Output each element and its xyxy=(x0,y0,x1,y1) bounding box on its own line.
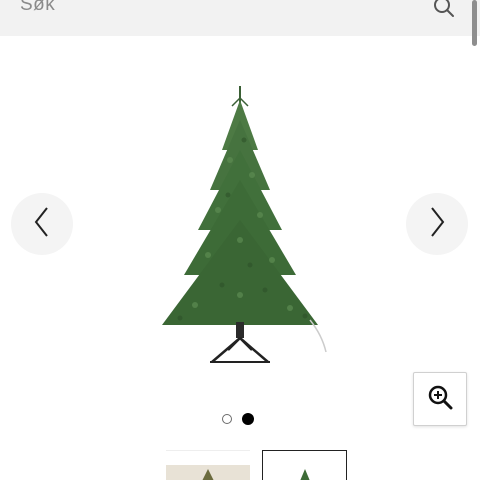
search-bar[interactable]: Søk xyxy=(0,0,480,36)
carousel-pagination xyxy=(222,413,254,425)
carousel-dot-1[interactable] xyxy=(222,414,232,424)
zoom-in-icon xyxy=(427,384,453,415)
chevron-right-icon xyxy=(427,206,447,243)
thumbnail-2[interactable] xyxy=(262,450,347,480)
zoom-button[interactable] xyxy=(413,372,467,426)
next-image-button[interactable] xyxy=(406,193,468,255)
search-icon[interactable] xyxy=(432,0,456,19)
previous-image-button[interactable] xyxy=(11,193,73,255)
product-image[interactable] xyxy=(140,80,340,370)
thumbnail-1[interactable] xyxy=(166,450,250,480)
chevron-left-icon xyxy=(32,206,52,243)
page-scrollbar[interactable] xyxy=(472,0,477,46)
search-placeholder[interactable]: Søk xyxy=(20,0,55,16)
carousel-dot-2[interactable] xyxy=(242,413,254,425)
